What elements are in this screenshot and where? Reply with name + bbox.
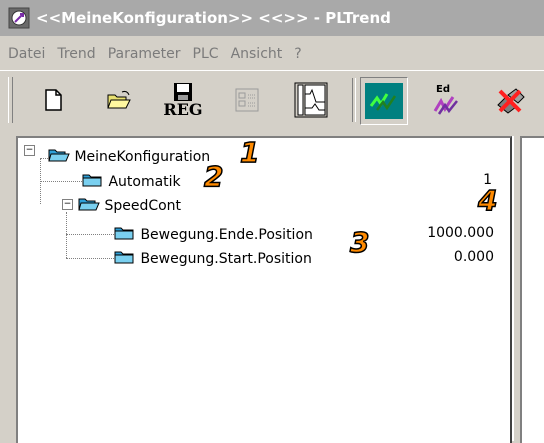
open-button[interactable] — [96, 77, 142, 123]
menu-datei[interactable]: Datei — [8, 46, 45, 62]
open-folder-icon — [78, 198, 100, 211]
tree-label-root: MeineKonfiguration — [74, 149, 211, 165]
save-disk-icon — [174, 83, 192, 101]
collapse-toggle-root[interactable]: − — [24, 145, 35, 156]
tree-label-automatik: Automatik — [108, 174, 181, 190]
trend-green-icon — [369, 93, 397, 111]
tree-line — [66, 234, 114, 235]
tree-node-ende[interactable]: Bewegung.Ende.Position — [114, 225, 313, 243]
folder-icon — [114, 251, 134, 264]
menu-ansicht[interactable]: Ansicht — [231, 46, 283, 62]
trend-purple-icon — [433, 96, 458, 115]
tree-line — [66, 212, 67, 258]
menu-bar: Datei Trend Parameter PLC Ansicht ? — [0, 39, 544, 69]
tree-line — [66, 258, 114, 259]
disconnect-button[interactable] — [488, 77, 534, 123]
callout-3: 3 — [349, 225, 370, 260]
plug-cross-icon — [497, 88, 525, 114]
trend-active-bg — [365, 83, 403, 119]
menu-parameter[interactable]: Parameter — [108, 46, 181, 62]
menu-trend[interactable]: Trend — [57, 46, 95, 62]
tree-label-speedcont: SpeedCont — [104, 198, 182, 214]
folder-icon — [114, 227, 134, 240]
app-icon — [8, 7, 30, 29]
value-ende: 1000.000 — [427, 225, 494, 241]
toolbar-grip[interactable] — [8, 77, 13, 123]
edit-trend-button[interactable]: Ed — [424, 77, 470, 123]
callout-2: 2 — [203, 159, 224, 194]
menu-help[interactable]: ? — [294, 46, 301, 62]
toolbar-separator — [352, 78, 356, 122]
callout-1: 1 — [239, 135, 260, 170]
trend-window-button[interactable] — [288, 77, 334, 123]
open-folder-icon — [48, 149, 70, 162]
folder-icon — [82, 174, 102, 187]
new-file-icon — [45, 89, 62, 111]
tree-node-speedcont[interactable]: SpeedCont — [78, 196, 181, 214]
menu-plc[interactable]: PLC — [193, 46, 219, 62]
tree-label-ende: Bewegung.Ende.Position — [140, 227, 313, 243]
trend-toggle-button[interactable] — [360, 77, 408, 125]
title-bar: <<MeineKonfiguration>> <<>> - PLTrend — [0, 0, 544, 36]
trend-view-pane[interactable] — [520, 136, 544, 443]
value-start: 0.000 — [453, 249, 494, 265]
trend-window-icon — [294, 82, 328, 118]
window-title: <<MeineKonfiguration>> <<>> - PLTrend — [36, 9, 391, 27]
save-reg-button[interactable]: REG — [160, 77, 206, 123]
disabled-panel-icon — [235, 88, 259, 112]
open-folder-icon — [107, 90, 131, 109]
new-button[interactable] — [30, 77, 76, 123]
tree-label-start: Bewegung.Start.Position — [140, 251, 312, 267]
tree-node-automatik[interactable]: Automatik — [82, 172, 181, 190]
tree-node-root[interactable]: MeineKonfiguration — [48, 147, 210, 165]
tree-node-start[interactable]: Bewegung.Start.Position — [114, 249, 312, 267]
callout-4: 4 — [477, 183, 498, 218]
reg-label: REG — [163, 100, 203, 119]
ed-label: Ed — [436, 84, 450, 95]
tree-line — [40, 181, 82, 182]
config-button[interactable] — [224, 77, 270, 123]
menu-separator — [0, 70, 544, 71]
collapse-toggle-speedcont[interactable]: − — [62, 199, 73, 210]
